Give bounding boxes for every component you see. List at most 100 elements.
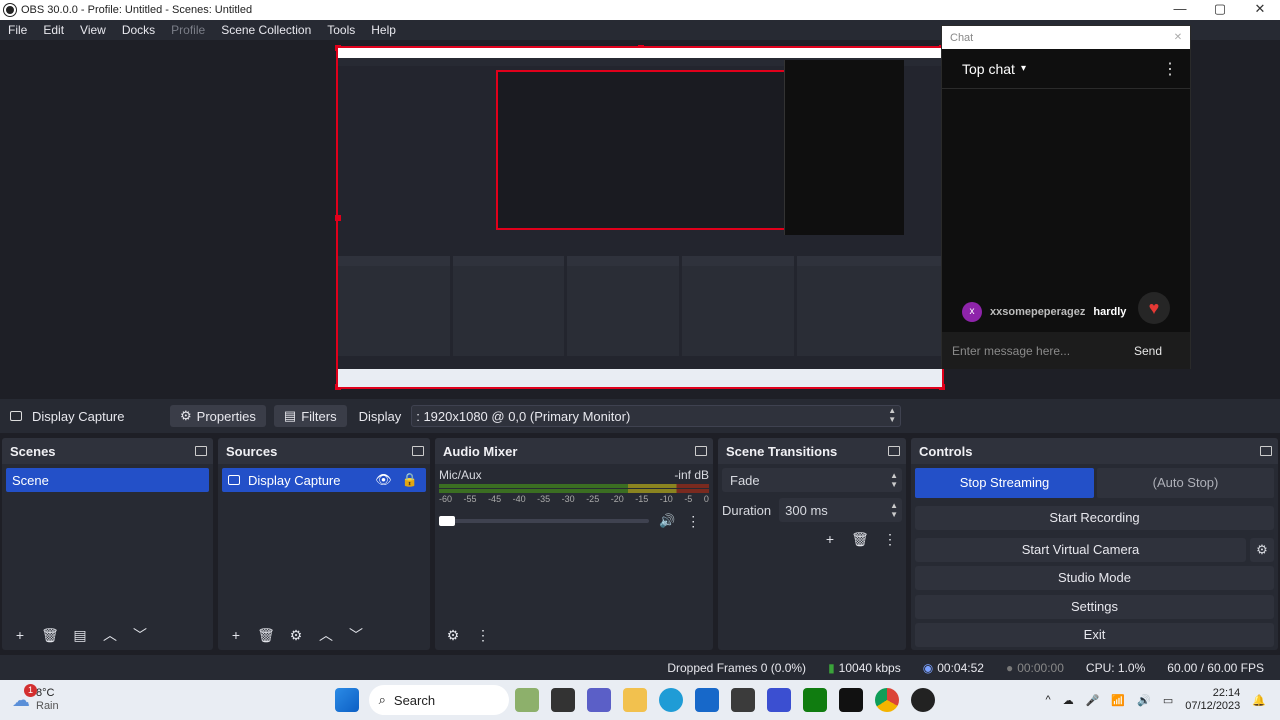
top-chat-dropdown[interactable]: Top chat xyxy=(962,61,1015,77)
chrome-icon[interactable] xyxy=(874,688,899,712)
transition-select[interactable]: Fade ▲ ▼ xyxy=(722,468,902,492)
battery-icon[interactable]: ▭ xyxy=(1163,694,1173,707)
tick-label: -5 xyxy=(684,494,693,504)
file-explorer-icon[interactable] xyxy=(622,688,647,712)
chevron-down-icon[interactable]: ▾ xyxy=(1021,63,1026,74)
source-label: Display Capture xyxy=(248,472,341,488)
studio-mode-button[interactable]: Studio Mode xyxy=(915,566,1274,590)
chevron-up-icon[interactable]: ^ xyxy=(1046,694,1051,706)
undock-icon[interactable] xyxy=(1260,446,1272,456)
exit-button[interactable]: Exit xyxy=(915,623,1274,647)
undock-icon[interactable] xyxy=(888,446,900,456)
store-icon[interactable] xyxy=(694,688,719,712)
obs-icon[interactable] xyxy=(910,688,935,712)
slider-handle[interactable] xyxy=(439,516,455,526)
bitrate: 10040 kbps xyxy=(838,660,901,675)
menu-view[interactable]: View xyxy=(72,23,114,37)
undock-icon[interactable] xyxy=(695,446,707,456)
menu-help[interactable]: Help xyxy=(363,23,404,37)
start-recording-button[interactable]: Start Recording xyxy=(915,506,1274,530)
weather-widget[interactable]: ☁ 1 8°C Rain xyxy=(12,683,59,713)
heart-icon[interactable]: ♥ xyxy=(1138,292,1170,324)
add-icon[interactable]: + xyxy=(224,624,248,646)
minimize-button[interactable]: — xyxy=(1160,0,1200,20)
more-options-icon[interactable]: ⋮ xyxy=(471,624,495,646)
visual-studio-icon[interactable] xyxy=(766,688,791,712)
menu-tools[interactable]: Tools xyxy=(319,23,363,37)
menu-edit[interactable]: Edit xyxy=(35,23,72,37)
properties-button[interactable]: ⚙ Properties xyxy=(170,405,266,427)
chevron-down-icon[interactable]: ﹀ xyxy=(128,624,152,646)
cloud-icon[interactable]: ☁ xyxy=(1063,694,1074,707)
undock-icon[interactable] xyxy=(412,446,424,456)
tick-label: -35 xyxy=(537,494,551,504)
chat-input[interactable]: Enter message here... Send xyxy=(942,332,1190,369)
spinner-arrows-icon: ▲ ▼ xyxy=(890,501,898,519)
undock-icon[interactable] xyxy=(195,446,207,456)
teams-icon[interactable] xyxy=(586,688,611,712)
landscape-widget-icon[interactable] xyxy=(514,688,539,712)
volume-meter xyxy=(439,489,709,493)
virtual-camera-gear-icon[interactable]: ⚙ xyxy=(1250,538,1274,562)
eye-icon[interactable]: 👁 xyxy=(375,472,392,488)
menu-profile[interactable]: Profile xyxy=(163,23,213,37)
filter-icon[interactable]: ▤ xyxy=(68,624,92,646)
microphone-icon[interactable]: 🎤 xyxy=(1086,694,1100,707)
add-icon[interactable]: + xyxy=(8,624,32,646)
chevron-up-icon[interactable]: ︿ xyxy=(98,624,122,646)
advanced-audio-gear-icon[interactable]: ⚙ xyxy=(441,624,465,646)
status-bar: Dropped Frames 0 (0.0%) ▮ 10040 kbps ◉ 0… xyxy=(0,655,1280,680)
sources-dock: Sources Display Capture 👁 🔒 + 🗑 ⚙ ︿ ﹀ xyxy=(218,438,430,650)
resize-handle[interactable] xyxy=(335,215,341,221)
captured-dock xyxy=(682,256,794,356)
window-titlebar: OBS 30.0.0 - Profile: Untitled - Scenes:… xyxy=(0,0,1280,20)
xbox-icon[interactable] xyxy=(802,688,827,712)
settings-button[interactable]: Settings xyxy=(915,595,1274,619)
live-app-icon[interactable] xyxy=(838,688,863,712)
volume-slider[interactable] xyxy=(439,516,649,526)
tick-label: -20 xyxy=(610,494,624,504)
transition-type: Fade xyxy=(730,472,760,488)
lock-icon[interactable]: 🔒 xyxy=(402,472,418,488)
add-icon[interactable]: + xyxy=(818,528,842,550)
tick-label: -40 xyxy=(512,494,526,504)
auto-stop-button[interactable]: (Auto Stop) xyxy=(1097,468,1274,498)
list-item[interactable]: Scene xyxy=(6,468,209,492)
chevron-down-icon[interactable]: ﹀ xyxy=(344,624,368,646)
start-virtual-camera-button[interactable]: Start Virtual Camera xyxy=(915,538,1246,562)
display-label: Display xyxy=(358,408,402,424)
edge-icon[interactable] xyxy=(658,688,683,712)
more-options-icon[interactable]: ⋮ xyxy=(1162,59,1178,79)
volume-icon[interactable]: 🔊 xyxy=(1137,694,1151,707)
wifi-icon[interactable]: 📶 xyxy=(1111,694,1125,707)
stop-streaming-button[interactable]: Stop Streaming xyxy=(915,468,1094,498)
notification-bell-icon[interactable]: 🔔 xyxy=(1252,694,1266,707)
menu-scene-collection[interactable]: Scene Collection xyxy=(213,23,319,37)
terminal-icon[interactable] xyxy=(550,688,575,712)
duration-spinbox[interactable]: 300 ms ▲ ▼ xyxy=(779,498,902,522)
maximize-button[interactable]: ▢ xyxy=(1200,0,1240,20)
taskbar-search[interactable]: ⌕ Search xyxy=(368,685,509,715)
menu-file[interactable]: File xyxy=(0,23,35,37)
more-options-icon[interactable]: ⋮ xyxy=(681,510,705,532)
windows-start-icon[interactable] xyxy=(334,688,359,712)
scenes-dock: Scenes Scene + 🗑 ▤ ︿ ﹀ xyxy=(2,438,213,650)
stream-time: 00:04:52 xyxy=(937,660,984,675)
filters-button[interactable]: ▤ Filters xyxy=(273,405,347,427)
trash-icon[interactable]: 🗑 xyxy=(254,624,278,646)
list-item[interactable]: Display Capture 👁 🔒 xyxy=(222,468,426,492)
program-preview[interactable] xyxy=(335,45,945,390)
trash-icon[interactable]: 🗑 xyxy=(848,528,872,550)
chevron-up-icon[interactable]: ︿ xyxy=(314,624,338,646)
clock[interactable]: 22:14 07/12/2023 xyxy=(1185,687,1240,713)
speaker-icon[interactable]: 🔊 xyxy=(659,513,675,529)
close-icon[interactable]: ✕ xyxy=(1170,30,1186,46)
close-button[interactable]: ✕ xyxy=(1240,0,1280,20)
gear-icon[interactable]: ⚙ xyxy=(284,624,308,646)
app-cube-icon[interactable] xyxy=(730,688,755,712)
more-options-icon[interactable]: ⋮ xyxy=(878,528,902,550)
menu-docks[interactable]: Docks xyxy=(114,23,163,37)
trash-icon[interactable]: 🗑 xyxy=(38,624,62,646)
send-button[interactable]: Send xyxy=(1134,344,1162,358)
display-select[interactable]: : 1920x1080 @ 0,0 (Primary Monitor) ▲ ▼ xyxy=(411,405,902,427)
